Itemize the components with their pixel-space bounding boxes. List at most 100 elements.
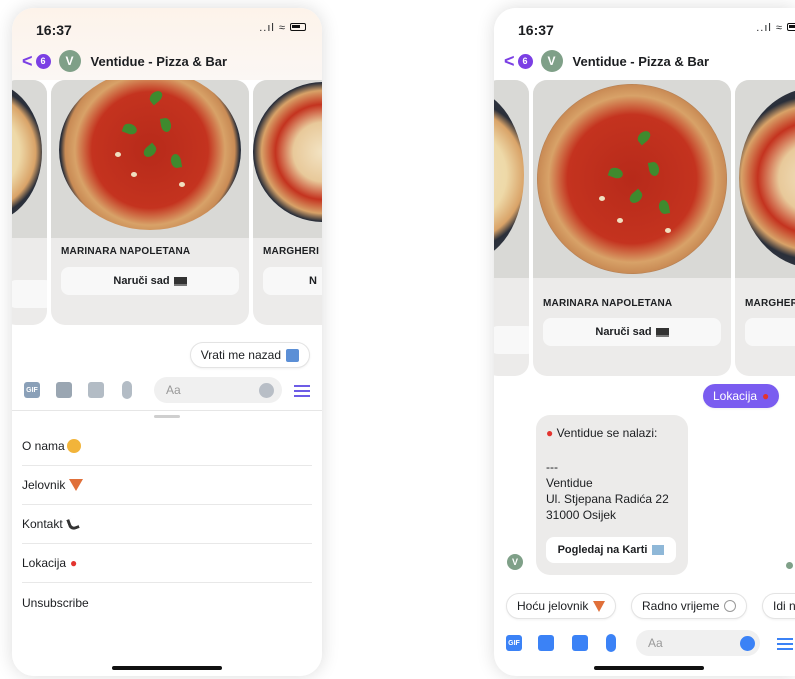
home-indicator bbox=[112, 666, 222, 670]
pizza-image bbox=[735, 80, 795, 278]
menu-item-unsubscribe[interactable]: Unsubscribe bbox=[22, 583, 312, 622]
menu-item-contact[interactable]: Kontakt bbox=[22, 505, 312, 544]
chat-title[interactable]: Ventidue - Pizza & Bar bbox=[91, 54, 228, 69]
carousel-card-previous[interactable] bbox=[12, 80, 47, 325]
location-heading: Ventidue se nalazi: bbox=[556, 426, 658, 440]
card-title: MARGHER bbox=[745, 298, 795, 309]
camera-icon[interactable] bbox=[538, 635, 554, 651]
sent-message-text: Lokacija bbox=[713, 389, 758, 403]
menu-item-about[interactable]: O nama bbox=[22, 427, 312, 466]
map-icon bbox=[652, 545, 665, 555]
emoji-icon[interactable] bbox=[740, 636, 755, 651]
back-arrow-icon bbox=[286, 348, 299, 362]
status-time: 16:37 bbox=[36, 22, 72, 38]
avatar[interactable]: V bbox=[58, 50, 81, 72]
unread-badge: 6 bbox=[517, 53, 533, 69]
menu-icon[interactable] bbox=[294, 385, 310, 397]
laptop-icon bbox=[173, 276, 187, 286]
unread-badge: 6 bbox=[35, 53, 51, 69]
phone-icon bbox=[65, 516, 80, 532]
persistent-menu: O nama Jelovnik Kontakt Lokacija ● Unsub… bbox=[12, 410, 322, 676]
pizza-icon bbox=[69, 479, 84, 491]
pin-icon: ● bbox=[762, 389, 770, 403]
menu-item-label: Kontakt bbox=[22, 517, 63, 531]
pin-icon: ● bbox=[546, 426, 554, 440]
menu-item-label: Unsubscribe bbox=[22, 595, 89, 610]
quick-reply-hours[interactable]: Radno vrijeme bbox=[631, 593, 748, 619]
location-name: Ventidue bbox=[546, 476, 593, 490]
order-now-label: Naruči sad bbox=[113, 275, 170, 287]
status-icons: ..ıl ≈ bbox=[756, 22, 795, 34]
location-city: 31000 Osijek bbox=[546, 508, 617, 522]
gif-icon[interactable]: GIF bbox=[24, 382, 40, 398]
order-now-label: Naruči sad bbox=[595, 326, 652, 338]
seen-indicator bbox=[786, 562, 793, 569]
menu-item-label: O nama bbox=[22, 439, 65, 453]
carousel-card[interactable]: MARINARA NAPOLETANA Naruči sad bbox=[51, 80, 249, 325]
back-quick-reply-label: Vrati me nazad bbox=[200, 348, 281, 362]
location-street: Ul. Stjepana Radića 22 bbox=[546, 492, 669, 506]
quick-reply-menu[interactable]: Hoću jelovnik bbox=[506, 593, 617, 619]
menu-item-location[interactable]: Lokacija ● bbox=[22, 544, 312, 583]
location-heading-row: ● Ventidue se nalazi: bbox=[546, 425, 657, 441]
gif-icon[interactable]: GIF bbox=[506, 635, 522, 651]
order-now-label: N bbox=[309, 275, 317, 287]
quick-reply-label: Idi n bbox=[773, 599, 795, 613]
back-button[interactable]: < bbox=[504, 51, 515, 72]
order-now-button[interactable]: Naruči sad bbox=[61, 267, 239, 295]
battery-icon bbox=[787, 23, 795, 31]
location-bubble: ● Ventidue se nalazi: --- Ventidue Ul. S… bbox=[536, 415, 688, 575]
card-button[interactable] bbox=[494, 326, 529, 354]
carousel-card-previous[interactable] bbox=[494, 80, 529, 376]
card-title: MARGHERI bbox=[263, 246, 320, 257]
clock-icon bbox=[724, 600, 737, 612]
pizza-image bbox=[253, 80, 322, 238]
marinara-pizza-image bbox=[537, 84, 727, 274]
quick-reply-label: Hoću jelovnik bbox=[517, 599, 589, 613]
camera-icon[interactable] bbox=[56, 382, 72, 398]
carousel-card[interactable]: MARINARA NAPOLETANA Naruči sad bbox=[533, 80, 731, 376]
carousel-card-next[interactable]: MARGHER bbox=[735, 80, 795, 376]
battery-icon bbox=[290, 23, 306, 31]
back-button[interactable]: < bbox=[22, 51, 33, 72]
card-title: MARINARA NAPOLETANA bbox=[543, 298, 673, 309]
order-now-button[interactable]: N bbox=[263, 267, 322, 295]
carousel-card-next[interactable]: MARGHERI N bbox=[253, 80, 322, 325]
pizza-image bbox=[533, 80, 731, 278]
emoji-icon[interactable] bbox=[259, 383, 274, 398]
menu-item-label: Lokacija bbox=[22, 556, 67, 570]
menu-icon[interactable] bbox=[777, 638, 793, 650]
sent-message: Lokacija ● bbox=[703, 384, 780, 408]
status-time: 16:37 bbox=[518, 22, 554, 38]
card-button[interactable] bbox=[745, 318, 795, 346]
order-now-button[interactable]: Naruči sad bbox=[543, 318, 721, 346]
image-icon[interactable] bbox=[572, 635, 588, 651]
home-indicator bbox=[594, 666, 704, 670]
menu-item-menu[interactable]: Jelovnik bbox=[22, 466, 312, 505]
phone-left: 16:37 ..ıl ≈ < 6 V Ventidue - Pizza & Ba… bbox=[12, 8, 322, 676]
signal-icon: ..ıl ≈ bbox=[259, 22, 286, 34]
view-on-map-button[interactable]: Pogledaj na Karti bbox=[546, 537, 676, 563]
party-face-icon bbox=[66, 439, 81, 453]
chat-header: < 6 V Ventidue - Pizza & Bar bbox=[22, 50, 227, 72]
pizza-image bbox=[12, 80, 47, 238]
status-icons: ..ıl ≈ bbox=[259, 22, 306, 34]
chat-title[interactable]: Ventidue - Pizza & Bar bbox=[573, 54, 710, 69]
pin-icon: ● bbox=[70, 556, 78, 570]
chat-header: < 6 V Ventidue - Pizza & Bar bbox=[504, 50, 709, 72]
sheet-handle[interactable] bbox=[154, 415, 180, 418]
quick-reply-go[interactable]: Idi n bbox=[762, 593, 795, 619]
phone-right: 16:37 ..ıl ≈ < 6 V Ventidue - Pizza & Ba… bbox=[494, 8, 795, 676]
image-icon[interactable] bbox=[88, 382, 104, 398]
location-separator: --- bbox=[546, 460, 558, 474]
microphone-icon[interactable] bbox=[606, 634, 616, 652]
quick-reply-label: Radno vrijeme bbox=[642, 599, 720, 613]
menu-item-label: Jelovnik bbox=[22, 478, 66, 492]
back-quick-reply[interactable]: Vrati me nazad bbox=[189, 342, 310, 368]
view-on-map-label: Pogledaj na Karti bbox=[557, 544, 648, 556]
card-button[interactable] bbox=[12, 280, 47, 308]
avatar[interactable]: V bbox=[540, 50, 563, 72]
bot-avatar: V bbox=[507, 554, 523, 570]
microphone-icon[interactable] bbox=[122, 381, 132, 399]
signal-icon: ..ıl ≈ bbox=[756, 22, 783, 34]
